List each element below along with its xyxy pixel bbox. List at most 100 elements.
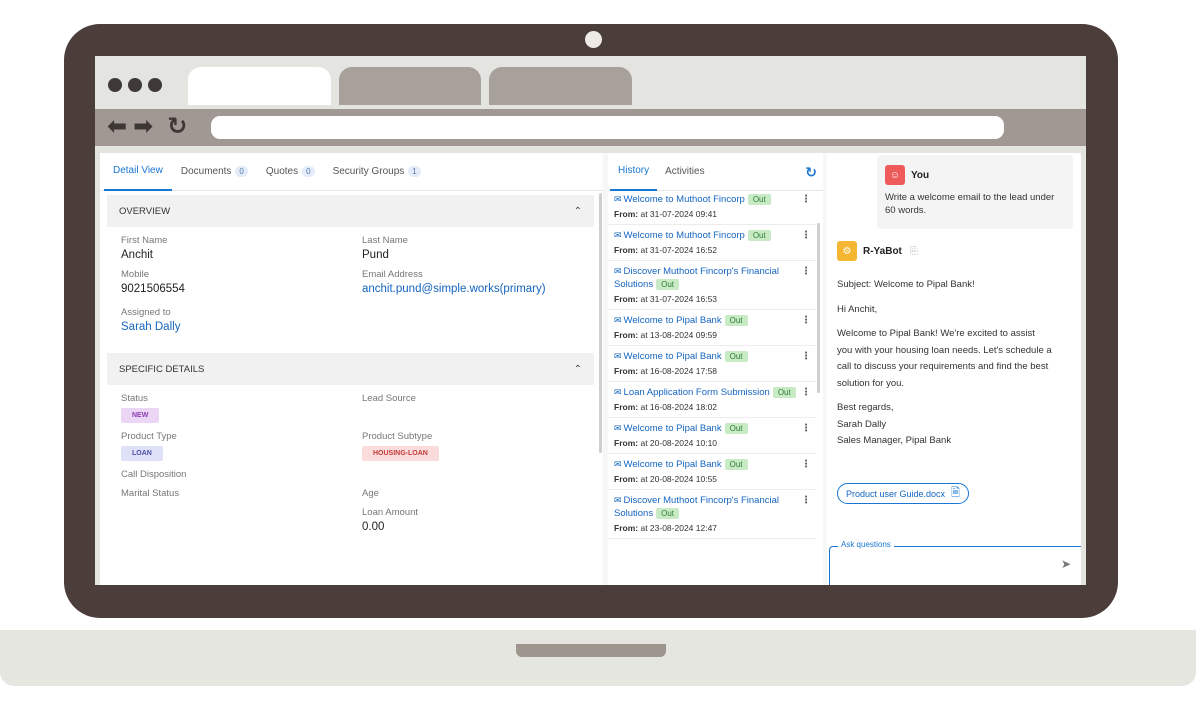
tab-activities[interactable]: Activities	[657, 153, 712, 191]
history-title[interactable]: Welcome to Pipal Bank	[624, 459, 722, 470]
kebab-icon[interactable]: ⋮	[801, 315, 811, 326]
attachment-name: Product user Guide.docx	[846, 488, 946, 499]
window-dot[interactable]	[108, 78, 122, 92]
tab-detail-view[interactable]: Detail View	[104, 153, 172, 191]
browser-tab[interactable]	[339, 67, 481, 105]
kebab-icon[interactable]: ⋮	[801, 495, 811, 506]
history-timestamp: at 20-08-2024 10:55	[640, 474, 718, 484]
window-dot[interactable]	[148, 78, 162, 92]
email-link[interactable]: anchit.pund@simple.works(primary)	[362, 283, 592, 295]
history-item[interactable]: ✉ Welcome to Muthoot Fincorp Out From: at 3…	[608, 189, 816, 225]
browser-toolbar: ⬅ ➡ ↻	[95, 109, 1086, 146]
first-name-value: Anchit	[121, 249, 153, 261]
from-label: From:	[614, 294, 639, 304]
refresh-icon[interactable]: ↻	[805, 164, 817, 181]
address-bar[interactable]	[211, 116, 1004, 139]
reply-subject: Subject: Welcome to Pipal Bank!	[837, 279, 975, 290]
copy-icon[interactable]: ⎘	[910, 246, 918, 257]
history-item[interactable]: ✉ Welcome to Pipal Bank Out From: at 20-08-…	[608, 454, 816, 490]
scrollbar[interactable]	[817, 223, 820, 393]
chevron-up-icon[interactable]: ⌃	[574, 364, 582, 375]
overview-header[interactable]: OVERVIEW ⌃	[107, 195, 594, 227]
browser-tab[interactable]	[489, 67, 632, 105]
kebab-icon[interactable]: ⋮	[801, 351, 811, 362]
history-item[interactable]: ✉ Loan Application Form Submission Out From…	[608, 382, 816, 418]
mail-icon: ✉	[614, 266, 622, 276]
from-label: From:	[614, 245, 639, 255]
tab-documents[interactable]: Documents 0	[172, 153, 257, 191]
tab-label: Detail View	[113, 165, 163, 176]
tab-security-groups[interactable]: Security Groups 1	[324, 153, 430, 191]
send-icon[interactable]: ➤	[1061, 557, 1071, 571]
field-label: Marital Status	[121, 488, 180, 499]
out-badge: Out	[724, 351, 748, 362]
section-title: OVERVIEW	[119, 205, 171, 217]
from-label: From:	[614, 402, 639, 412]
product-subtype-badge: HOUSING-LOAN	[362, 446, 439, 461]
history-item[interactable]: ✉ Welcome to Muthoot Fincorp Out From: at 3…	[608, 225, 816, 261]
history-tabs: History Activities ↻	[608, 153, 823, 191]
history-title[interactable]: Welcome to Muthoot Fincorp	[624, 230, 745, 241]
browser-tab-active[interactable]	[188, 67, 331, 105]
history-item[interactable]: ✉ Discover Muthoot Fincorp's Financial So…	[608, 261, 816, 310]
field-label: Age	[362, 488, 379, 499]
overview-section: OVERVIEW ⌃ First Name Anchit Last Name Pun…	[107, 195, 594, 341]
ask-questions-input[interactable]: Ask questions ➤	[829, 540, 1081, 585]
kebab-icon[interactable]: ⋮	[801, 230, 811, 241]
bot-icon: ⚙	[837, 241, 857, 261]
kebab-icon[interactable]: ⋮	[801, 194, 811, 205]
field-label: Last Name	[362, 235, 408, 246]
history-title[interactable]: Welcome to Pipal Bank	[624, 423, 722, 434]
bot-reply: Subject: Welcome to Pipal Bank! Hi Anchi…	[837, 277, 1052, 450]
field-label: First Name	[121, 235, 168, 246]
tab-quotes[interactable]: Quotes 0	[257, 153, 324, 191]
history-item[interactable]: ✉ Welcome to Pipal Bank Out From: at 16-08-…	[608, 346, 816, 382]
mobile-value: 9021506554	[121, 283, 185, 295]
bot-header: ⚙ R-YaBot ⎘	[837, 241, 918, 261]
out-badge: Out	[747, 230, 771, 241]
history-timestamp: at 23-08-2024 12:47	[640, 523, 718, 533]
window-dot[interactable]	[128, 78, 142, 92]
section-title: SPECIFIC DETAILS	[119, 363, 205, 375]
forward-arrow-icon[interactable]: ➡	[133, 114, 153, 140]
history-title[interactable]: Loan Application Form Submission	[624, 387, 770, 398]
status-badge: NEW	[121, 408, 160, 423]
chat-panel: ☺ You Write a welcome email to the lead u…	[827, 153, 1081, 585]
specific-details-header[interactable]: SPECIFIC DETAILS ⌃	[107, 353, 594, 385]
detail-tabs: Detail View Documents 0 Quotes 0 Security …	[100, 153, 603, 191]
window-controls	[108, 78, 162, 92]
field-label: Product Type	[121, 431, 177, 442]
history-title[interactable]: Discover Muthoot Fincorp's Financial Sol…	[614, 495, 779, 519]
mail-icon: ✉	[614, 423, 622, 433]
tab-label: Documents	[180, 166, 232, 177]
attachment-chip[interactable]: Product user Guide.docx 🗎	[837, 483, 969, 504]
mail-icon: ✉	[614, 194, 622, 204]
kebab-icon[interactable]: ⋮	[801, 266, 811, 277]
history-item[interactable]: ✉ Welcome to Pipal Bank Out From: at 20-08-…	[608, 418, 816, 454]
field-label: Loan Amount	[362, 507, 418, 518]
reload-icon[interactable]: ↻	[167, 114, 187, 140]
field-label: Call Disposition	[121, 469, 187, 480]
reply-body: Welcome to Pipal Bank! We're excited to …	[837, 328, 1052, 389]
reply-signature-name: Sarah Dally	[837, 418, 887, 430]
out-badge: Out	[724, 423, 748, 434]
history-title[interactable]: Welcome to Muthoot Fincorp	[624, 194, 745, 205]
history-title[interactable]: Welcome to Pipal Bank	[624, 351, 722, 362]
history-timestamp: at 16-08-2024 17:58	[640, 366, 718, 376]
from-label: From:	[614, 209, 639, 219]
back-arrow-icon[interactable]: ⬅	[107, 114, 127, 140]
history-title[interactable]: Discover Muthoot Fincorp's Financial Sol…	[614, 266, 779, 290]
scrollbar[interactable]	[599, 193, 602, 453]
history-item[interactable]: ✉ Discover Muthoot Fincorp's Financial So…	[608, 490, 816, 539]
kebab-icon[interactable]: ⋮	[801, 423, 811, 434]
mail-icon: ✉	[614, 315, 622, 325]
history-title[interactable]: Welcome to Pipal Bank	[624, 315, 722, 326]
from-label: From:	[614, 366, 639, 376]
chevron-up-icon[interactable]: ⌃	[574, 206, 582, 217]
from-label: From:	[614, 438, 639, 448]
tab-history[interactable]: History	[610, 153, 658, 191]
kebab-icon[interactable]: ⋮	[801, 387, 811, 398]
history-item[interactable]: ✉ Welcome to Pipal Bank Out From: at 13-08-…	[608, 310, 816, 346]
kebab-icon[interactable]: ⋮	[801, 459, 811, 470]
assigned-user-link[interactable]: Sarah Dally	[121, 321, 592, 333]
